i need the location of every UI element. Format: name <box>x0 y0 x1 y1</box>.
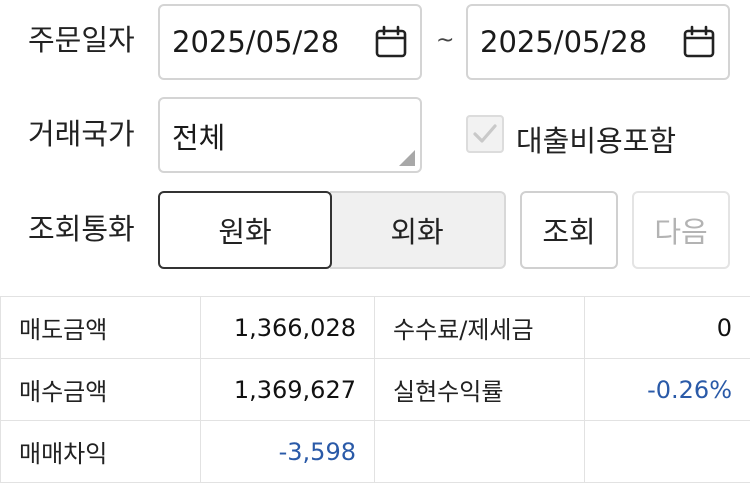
currency-option-foreign[interactable]: 외화 <box>330 191 506 269</box>
include-loan-fee-checkbox[interactable] <box>466 115 504 153</box>
start-date-field[interactable]: 2025/05/28 <box>158 4 422 80</box>
sell-amount-value: 1,366,028 <box>200 296 375 359</box>
end-date-value: 2025/05/28 <box>480 25 648 59</box>
trade-diff-value: -3,598 <box>200 420 375 483</box>
country-select-value: 전체 <box>172 121 226 155</box>
table-row: 매도금액 1,366,028 수수료/제세금 0 <box>0 296 750 359</box>
calendar-icon[interactable] <box>682 25 716 59</box>
country-select[interactable]: 전체 <box>158 97 422 173</box>
table-row: 매수금액 1,369,627 실현수익률 -0.26% <box>0 358 750 421</box>
fee-tax-value: 0 <box>584 296 750 359</box>
resize-grip-icon <box>399 150 415 166</box>
realized-return-label: 실현수익률 <box>374 358 585 421</box>
order-date-label: 주문일자 <box>28 23 135 57</box>
trade-diff-label: 매매차익 <box>0 420 201 483</box>
calendar-icon[interactable] <box>374 25 408 59</box>
include-loan-fee-label[interactable]: 대출비용포함 <box>516 118 676 160</box>
realized-return-value: -0.26% <box>584 358 750 421</box>
empty-cell <box>584 420 750 483</box>
search-button[interactable]: 조회 <box>520 191 618 269</box>
empty-cell <box>374 420 585 483</box>
table-row: 매매차익 -3,598 <box>0 420 750 483</box>
date-range-separator: ~ <box>436 28 455 53</box>
buy-amount-value: 1,369,627 <box>200 358 375 421</box>
next-button[interactable]: 다음 <box>632 191 730 269</box>
buy-amount-label: 매수금액 <box>0 358 201 421</box>
currency-label: 조회통화 <box>28 212 135 246</box>
summary-table: 매도금액 1,366,028 수수료/제세금 0 매수금액 1,369,627 … <box>0 296 750 483</box>
currency-option-krw[interactable]: 원화 <box>158 191 332 269</box>
start-date-value: 2025/05/28 <box>172 25 340 59</box>
end-date-field[interactable]: 2025/05/28 <box>466 4 730 80</box>
sell-amount-label: 매도금액 <box>0 296 201 359</box>
country-label: 거래국가 <box>28 117 135 151</box>
check-icon <box>473 124 497 143</box>
fee-tax-label: 수수료/제세금 <box>374 296 585 359</box>
